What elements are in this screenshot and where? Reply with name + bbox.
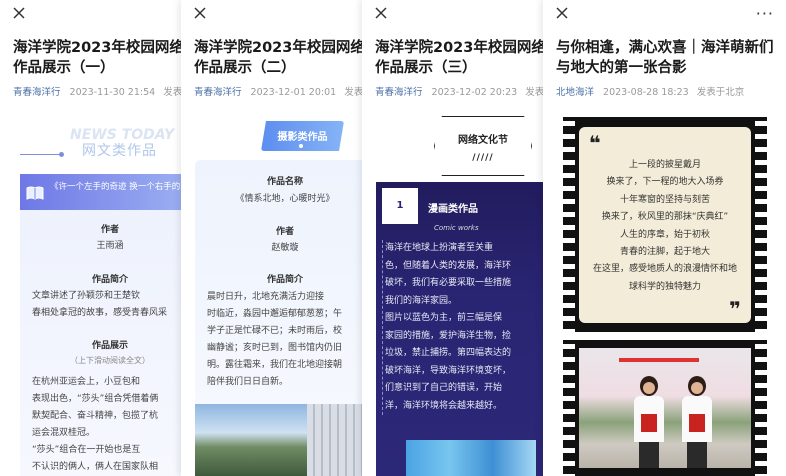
intro-label: 作品简介 xyxy=(266,275,303,285)
campus-photo xyxy=(195,404,362,476)
badge-decoration: ///// xyxy=(472,153,494,163)
article-meta: 青春海洋行 2023-11-30 21:54 发表于 xyxy=(13,84,181,98)
film-perforation xyxy=(563,340,575,476)
work-title: 《许一个左手的奇迹 换一个右手的 xyxy=(50,182,181,192)
film-frame: ❝ 上一段的披星戴月 换来了，下一程的地大入场券 十年寒窗的坚持与刻苦 换来了，… xyxy=(563,117,767,332)
intro-text: 文章讲述了孙颖莎和王楚钦 春相处拿冠的故事，感受青春风采 xyxy=(32,291,168,318)
body-text: 海洋在地球上扮演者至关重 色，但随着人类的发展，海洋环 破坏，我们有必要采取一些… xyxy=(382,240,543,415)
divider xyxy=(20,152,64,157)
festival-label: 网络文化节 xyxy=(458,135,508,146)
article-meta: 青春海洋行 2023-12-01 20:01 发表于 xyxy=(194,84,362,98)
comic-image xyxy=(406,440,536,476)
article-meta: 北地海洋 2023-08-28 18:23 发表于北京 xyxy=(556,84,744,98)
category-subtitle: Comic works xyxy=(434,224,479,232)
category-badge: 摄影类作品 xyxy=(261,121,344,151)
author-label: 作者 xyxy=(100,225,119,235)
work-info-panel: 作品名称 《情系北地，心暖时光》 作者 赵敏璇 作品简介 晨时日升，北地充满活力… xyxy=(195,160,362,404)
article-card-4[interactable]: ··· 与你相逢，满心欢喜｜海洋萌新们 与地大的第一张合影 北地海洋 2023-… xyxy=(543,0,786,476)
film-perforation xyxy=(755,117,767,332)
poem-panel: ❝ 上一段的披星戴月 换来了，下一程的地大入场券 十年寒窗的坚持与刻苦 换来了，… xyxy=(579,127,751,323)
work-title-bar: 《许一个左手的奇迹 换一个右手的 xyxy=(20,174,181,210)
intro-text: 晨时日升，北地充满活力迎接 时临近，淼园中邂逅郁郁葱葱；午 学子正是忙碌不已；未… xyxy=(207,292,343,387)
publish-date: 2023-08-28 18:23 xyxy=(603,87,689,98)
close-icon[interactable] xyxy=(12,6,26,20)
publish-date: 2023-12-02 20:23 xyxy=(431,87,518,98)
work-name: 《情系北地，心暖时光》 xyxy=(235,194,335,204)
open-quote-icon: ❝ xyxy=(589,131,601,155)
article-title: 海洋学院2023年校园网络文 作品展示（一） xyxy=(13,40,181,76)
scroll-hint: （上下滑动阅读全文） xyxy=(70,356,150,365)
work-info-panel: 1 漫画类作品 Comic works 海洋在地球上扮演者至关重 色，但随着人类… xyxy=(376,182,543,476)
category-label: 漫画类作品 xyxy=(428,204,478,215)
article-meta: 青春海洋行 2023-12-02 20:23 发表于 xyxy=(375,84,543,98)
article-title: 与你相逢，满心欢喜｜海洋萌新们 与地大的第一张合影 xyxy=(556,40,774,76)
publish-date: 2023-11-30 21:54 xyxy=(69,87,156,98)
publish-date: 2023-12-01 20:01 xyxy=(250,87,337,98)
book-icon xyxy=(26,186,44,200)
red-banner xyxy=(619,358,699,362)
badge-dot xyxy=(299,144,303,148)
article-title: 海洋学院2023年校园网络文 作品展示（二） xyxy=(194,40,362,76)
publish-location: 发表于北京 xyxy=(696,87,745,98)
author-label: 作者 xyxy=(275,227,294,237)
account-name[interactable]: 青春海洋行 xyxy=(13,87,61,98)
poem-text: 上一段的披星戴月 换来了，下一程的地大入场券 十年寒窗的坚持与刻苦 换来了，秋风… xyxy=(592,160,737,292)
intro-label: 作品简介 xyxy=(91,275,128,285)
account-name[interactable]: 青春海洋行 xyxy=(194,87,242,98)
category-label: 摄影类作品 xyxy=(277,132,328,143)
account-name[interactable]: 青春海洋行 xyxy=(375,87,423,98)
group-photo xyxy=(579,348,751,468)
author-name: 王雨涵 xyxy=(96,241,124,251)
building-image xyxy=(307,404,362,476)
close-icon[interactable] xyxy=(193,6,207,20)
article-card-2[interactable]: 海洋学院2023年校园网络文 作品展示（二） 青春海洋行 2023-12-01 … xyxy=(181,0,362,476)
close-quote-icon: ❞ xyxy=(729,297,741,321)
article-card-3[interactable]: 海洋学院2023年校园网络文 作品展示（三） 青春海洋行 2023-12-02 … xyxy=(362,0,543,476)
section-title: 网文类作品 xyxy=(82,143,157,159)
film-perforation xyxy=(755,340,767,476)
film-perforation xyxy=(563,117,575,332)
name-label: 作品名称 xyxy=(266,177,303,187)
work-info-panel: 作者 王雨涵 作品简介 文章讲述了孙颖莎和王楚钦 春相处拿冠的故事，感受青春风采… xyxy=(20,210,181,476)
close-icon[interactable] xyxy=(555,6,569,20)
student-figure xyxy=(631,376,667,468)
author-name: 赵敏璇 xyxy=(271,243,299,253)
article-title: 海洋学院2023年校园网络文 作品展示（三） xyxy=(375,40,543,76)
more-icon[interactable]: ··· xyxy=(756,4,774,23)
film-frame xyxy=(563,340,767,476)
festival-badge: 网络文化节 ///// xyxy=(434,116,532,176)
number-box: 1 xyxy=(382,188,418,224)
publish-location: 发表于 xyxy=(163,87,181,98)
student-figure xyxy=(679,376,715,468)
publish-location: 发表于 xyxy=(525,87,543,98)
publish-location: 发表于 xyxy=(344,87,362,98)
work-number: 1 xyxy=(396,200,404,211)
show-label: 作品展示 xyxy=(91,341,128,351)
close-icon[interactable] xyxy=(374,6,388,20)
article-card-1[interactable]: 海洋学院2023年校园网络文 作品展示（一） 青春海洋行 2023-11-30 … xyxy=(0,0,181,476)
account-name[interactable]: 北地海洋 xyxy=(556,87,594,98)
body-text: 在杭州亚运会上，小豆包和 表现出色，“莎头”组合凭借着俩 默契配合、奋斗精神，包… xyxy=(32,377,159,472)
